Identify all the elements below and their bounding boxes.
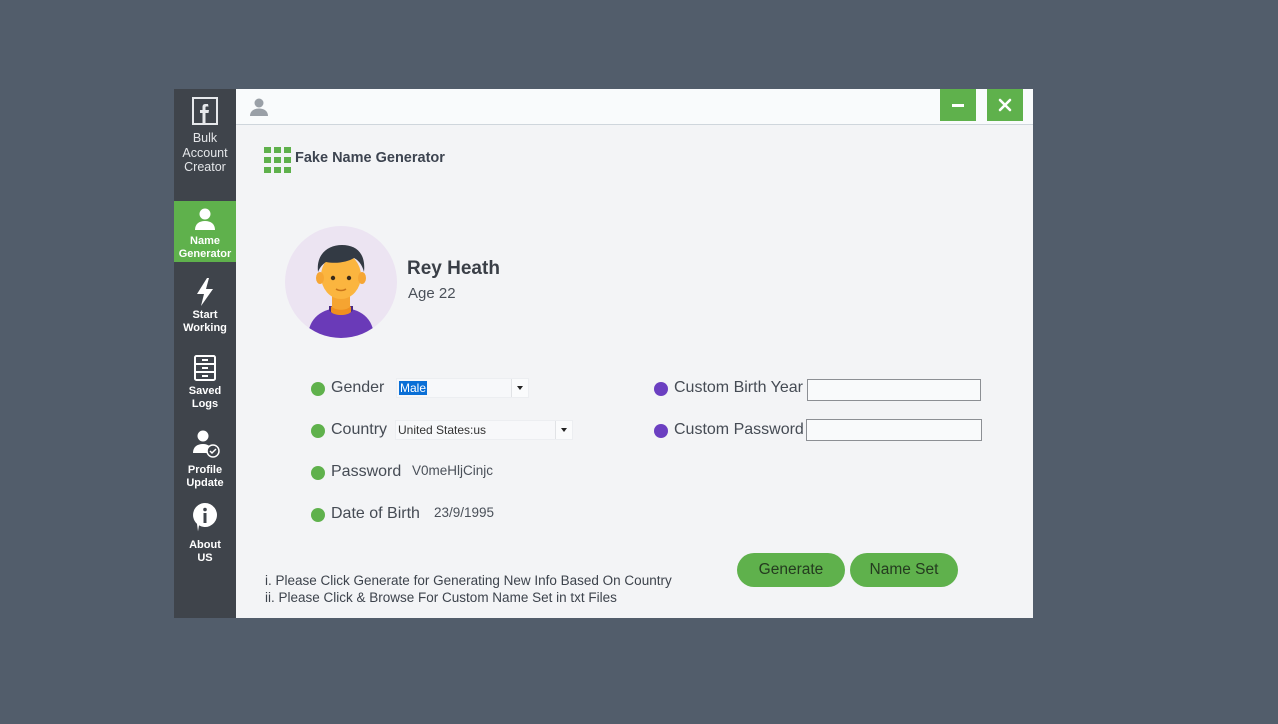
user-check-icon xyxy=(193,430,220,458)
sidebar-item-label: Working xyxy=(183,322,227,334)
close-button[interactable] xyxy=(987,89,1023,121)
lightning-icon xyxy=(197,278,213,306)
chevron-down-icon[interactable] xyxy=(511,379,528,397)
brand-line-2: Account xyxy=(182,145,228,160)
sidebar-item-label: US xyxy=(197,552,213,564)
sidebar-item-name-generator[interactable]: Name Generator xyxy=(174,201,236,262)
instruction-note-1: i. Please Click Generate for Generating … xyxy=(265,573,672,588)
sidebar-item-profile-update[interactable]: Profile Update xyxy=(174,427,236,489)
app-title-text: Fake Name Generator xyxy=(295,150,445,166)
gender-dot xyxy=(311,382,325,396)
brand-line-1: Bulk xyxy=(192,131,218,145)
custom-birth-year-dot xyxy=(654,382,668,396)
sidebar-item-label: Saved xyxy=(188,385,222,397)
close-icon xyxy=(998,98,1012,112)
avatar xyxy=(285,226,397,338)
sidebar-item-label: Update xyxy=(186,477,224,489)
country-label: Country xyxy=(331,421,388,438)
minimize-icon xyxy=(952,104,964,107)
app-window: Bulk Account Creator Name Generator Star… xyxy=(174,89,1033,618)
dob-dot xyxy=(311,508,325,522)
user-icon xyxy=(195,208,215,230)
custom-password-label: Custom Password xyxy=(674,421,804,438)
sidebar-item-saved-logs[interactable]: Saved Logs xyxy=(174,351,236,413)
gender-label: Gender xyxy=(331,379,385,396)
sidebar-item-label: About xyxy=(189,539,221,551)
facebook-icon xyxy=(192,97,218,125)
minimize-button[interactable] xyxy=(940,89,976,121)
user-icon xyxy=(250,98,268,116)
person-avatar-icon xyxy=(308,245,374,338)
gender-select[interactable]: Male xyxy=(396,378,529,398)
password-value: V0meHljCinjc xyxy=(412,463,494,478)
title-bar xyxy=(236,89,1033,125)
password-dot xyxy=(311,466,325,480)
password-label: Password xyxy=(331,463,402,480)
sidebar-item-label: Name xyxy=(190,235,220,247)
sidebar-item-about-us[interactable]: About US xyxy=(174,501,236,564)
sidebar-brand: Bulk Account Creator xyxy=(174,89,236,201)
profile-name: Rey Heath xyxy=(407,258,500,279)
custom-password-dot xyxy=(654,424,668,438)
name-set-button[interactable]: Name Set xyxy=(850,553,958,587)
custom-birth-year-input[interactable] xyxy=(807,379,981,401)
gender-select-value: Male xyxy=(399,381,428,395)
custom-password-input[interactable] xyxy=(806,419,982,441)
info-icon xyxy=(193,503,217,532)
sidebar: Bulk Account Creator Name Generator Star… xyxy=(174,89,236,618)
country-dot xyxy=(311,424,325,438)
sidebar-item-label: Logs xyxy=(191,398,219,410)
brand-line-3: Creator xyxy=(184,160,226,174)
custom-birth-year-label: Custom Birth Year xyxy=(674,379,803,396)
chevron-down-icon[interactable] xyxy=(555,421,572,439)
profile-age: Age 22 xyxy=(408,285,456,302)
grid-icon xyxy=(264,147,291,173)
sidebar-item-start-working[interactable]: Start Working xyxy=(174,275,236,337)
cabinet-icon xyxy=(194,355,216,381)
dob-value: 23/9/1995 xyxy=(434,505,495,520)
country-select[interactable]: United States:us xyxy=(395,420,573,440)
sidebar-item-label: Profile xyxy=(187,464,223,476)
instruction-note-2: ii. Please Click & Browse For Custom Nam… xyxy=(265,590,617,605)
country-select-value: United States:us xyxy=(398,423,487,437)
sidebar-item-label: Generator xyxy=(178,248,232,260)
sidebar-item-label: Start xyxy=(192,309,218,321)
generate-button[interactable]: Generate xyxy=(737,553,845,587)
dob-label: Date of Birth xyxy=(331,505,420,522)
